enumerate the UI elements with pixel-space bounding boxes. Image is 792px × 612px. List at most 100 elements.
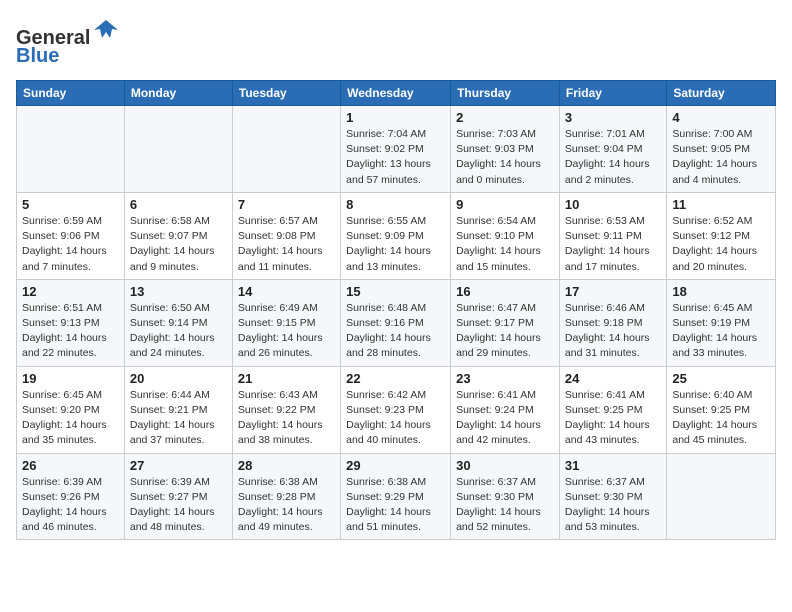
day-info: Sunrise: 6:39 AMSunset: 9:27 PMDaylight:…	[130, 475, 227, 536]
calendar-cell: 23 Sunrise: 6:41 AMSunset: 9:24 PMDayligh…	[451, 366, 560, 453]
calendar-cell: 16 Sunrise: 6:47 AMSunset: 9:17 PMDayligh…	[451, 279, 560, 366]
day-info: Sunrise: 6:52 AMSunset: 9:12 PMDaylight:…	[672, 214, 770, 275]
day-info: Sunrise: 6:55 AMSunset: 9:09 PMDaylight:…	[346, 214, 445, 275]
calendar-cell: 24 Sunrise: 6:41 AMSunset: 9:25 PMDayligh…	[559, 366, 666, 453]
day-number: 6	[130, 197, 227, 212]
calendar-cell: 26 Sunrise: 6:39 AMSunset: 9:26 PMDayligh…	[17, 453, 125, 540]
calendar-cell: 27 Sunrise: 6:39 AMSunset: 9:27 PMDayligh…	[124, 453, 232, 540]
calendar-week-4: 19Sunrise: 6:45 AMSunset: 9:20 PMDayligh…	[17, 366, 776, 453]
weekday-header-friday: Friday	[559, 81, 666, 106]
day-info: Sunrise: 6:41 AMSunset: 9:24 PMDaylight:…	[456, 388, 554, 449]
calendar-cell	[17, 106, 125, 193]
calendar-cell: 11 Sunrise: 6:52 AMSunset: 9:12 PMDayligh…	[667, 192, 776, 279]
weekday-header-tuesday: Tuesday	[232, 81, 340, 106]
calendar-cell: 9Sunrise: 6:54 AMSunset: 9:10 PMDaylight…	[451, 192, 560, 279]
calendar-week-3: 12Sunrise: 6:51 AMSunset: 9:13 PMDayligh…	[17, 279, 776, 366]
calendar-week-5: 26 Sunrise: 6:39 AMSunset: 9:26 PMDayligh…	[17, 453, 776, 540]
day-number: 20	[130, 371, 227, 386]
day-info: Sunrise: 7:00 AMSunset: 9:05 PMDaylight:…	[672, 127, 770, 188]
calendar-cell: 28 Sunrise: 6:38 AMSunset: 9:28 PMDayligh…	[232, 453, 340, 540]
calendar-cell: 18Sunrise: 6:45 AMSunset: 9:19 PMDayligh…	[667, 279, 776, 366]
calendar-cell: 21 Sunrise: 6:43 AMSunset: 9:22 PMDayligh…	[232, 366, 340, 453]
day-info: Sunrise: 6:39 AMSunset: 9:26 PMDaylight:…	[22, 475, 119, 536]
calendar-header: SundayMondayTuesdayWednesdayThursdayFrid…	[17, 81, 776, 106]
day-number: 15	[346, 284, 445, 299]
weekday-header-monday: Monday	[124, 81, 232, 106]
day-number: 3	[565, 110, 661, 125]
day-number: 27	[130, 458, 227, 473]
calendar-cell: 19Sunrise: 6:45 AMSunset: 9:20 PMDayligh…	[17, 366, 125, 453]
calendar-cell: 10 Sunrise: 6:53 AMSunset: 9:11 PMDayligh…	[559, 192, 666, 279]
calendar-cell: 29 Sunrise: 6:38 AMSunset: 9:29 PMDayligh…	[341, 453, 451, 540]
weekday-header-wednesday: Wednesday	[341, 81, 451, 106]
logo: General Blue	[16, 16, 120, 68]
day-number: 16	[456, 284, 554, 299]
day-number: 1	[346, 110, 445, 125]
header: General Blue	[16, 16, 776, 68]
day-info: Sunrise: 6:58 AMSunset: 9:07 PMDaylight:…	[130, 214, 227, 275]
day-info: Sunrise: 6:59 AMSunset: 9:06 PMDaylight:…	[22, 214, 119, 275]
day-number: 23	[456, 371, 554, 386]
day-info: Sunrise: 6:57 AMSunset: 9:08 PMDaylight:…	[238, 214, 335, 275]
day-number: 21	[238, 371, 335, 386]
day-info: Sunrise: 6:37 AMSunset: 9:30 PMDaylight:…	[456, 475, 554, 536]
day-number: 5	[22, 197, 119, 212]
day-info: Sunrise: 6:40 AMSunset: 9:25 PMDaylight:…	[672, 388, 770, 449]
calendar-cell	[124, 106, 232, 193]
logo-bird-icon	[92, 16, 120, 44]
day-number: 10	[565, 197, 661, 212]
day-number: 24	[565, 371, 661, 386]
day-number: 26	[22, 458, 119, 473]
calendar-cell: 20Sunrise: 6:44 AMSunset: 9:21 PMDayligh…	[124, 366, 232, 453]
day-number: 9	[456, 197, 554, 212]
day-info: Sunrise: 6:53 AMSunset: 9:11 PMDaylight:…	[565, 214, 661, 275]
weekday-header-saturday: Saturday	[667, 81, 776, 106]
day-number: 8	[346, 197, 445, 212]
day-info: Sunrise: 6:46 AMSunset: 9:18 PMDaylight:…	[565, 301, 661, 362]
calendar-cell: 22Sunrise: 6:42 AMSunset: 9:23 PMDayligh…	[341, 366, 451, 453]
day-number: 2	[456, 110, 554, 125]
calendar-cell: 14Sunrise: 6:49 AMSunset: 9:15 PMDayligh…	[232, 279, 340, 366]
calendar-cell	[232, 106, 340, 193]
weekday-header-sunday: Sunday	[17, 81, 125, 106]
calendar-cell: 3Sunrise: 7:01 AMSunset: 9:04 PMDaylight…	[559, 106, 666, 193]
day-info: Sunrise: 6:45 AMSunset: 9:20 PMDaylight:…	[22, 388, 119, 449]
calendar-cell: 4 Sunrise: 7:00 AMSunset: 9:05 PMDaylight…	[667, 106, 776, 193]
day-number: 29	[346, 458, 445, 473]
day-number: 31	[565, 458, 661, 473]
calendar-cell: 31 Sunrise: 6:37 AMSunset: 9:30 PMDayligh…	[559, 453, 666, 540]
day-info: Sunrise: 6:42 AMSunset: 9:23 PMDaylight:…	[346, 388, 445, 449]
day-info: Sunrise: 7:04 AMSunset: 9:02 PMDaylight:…	[346, 127, 445, 188]
day-info: Sunrise: 6:41 AMSunset: 9:25 PMDaylight:…	[565, 388, 661, 449]
calendar-cell: 2 Sunrise: 7:03 AMSunset: 9:03 PMDaylight…	[451, 106, 560, 193]
day-info: Sunrise: 6:38 AMSunset: 9:29 PMDaylight:…	[346, 475, 445, 536]
day-number: 14	[238, 284, 335, 299]
day-number: 28	[238, 458, 335, 473]
calendar-cell: 17Sunrise: 6:46 AMSunset: 9:18 PMDayligh…	[559, 279, 666, 366]
calendar-body: 1 Sunrise: 7:04 AMSunset: 9:02 PMDaylight…	[17, 106, 776, 540]
day-number: 25	[672, 371, 770, 386]
day-info: Sunrise: 6:38 AMSunset: 9:28 PMDaylight:…	[238, 475, 335, 536]
calendar-week-2: 5 Sunrise: 6:59 AMSunset: 9:06 PMDaylight…	[17, 192, 776, 279]
day-info: Sunrise: 6:45 AMSunset: 9:19 PMDaylight:…	[672, 301, 770, 362]
calendar-cell: 30Sunrise: 6:37 AMSunset: 9:30 PMDayligh…	[451, 453, 560, 540]
calendar-cell: 7 Sunrise: 6:57 AMSunset: 9:08 PMDaylight…	[232, 192, 340, 279]
day-info: Sunrise: 6:43 AMSunset: 9:22 PMDaylight:…	[238, 388, 335, 449]
calendar-cell: 1 Sunrise: 7:04 AMSunset: 9:02 PMDaylight…	[341, 106, 451, 193]
day-info: Sunrise: 6:47 AMSunset: 9:17 PMDaylight:…	[456, 301, 554, 362]
day-info: Sunrise: 6:51 AMSunset: 9:13 PMDaylight:…	[22, 301, 119, 362]
day-info: Sunrise: 6:37 AMSunset: 9:30 PMDaylight:…	[565, 475, 661, 536]
calendar-week-1: 1 Sunrise: 7:04 AMSunset: 9:02 PMDaylight…	[17, 106, 776, 193]
calendar-cell: 5 Sunrise: 6:59 AMSunset: 9:06 PMDaylight…	[17, 192, 125, 279]
day-info: Sunrise: 7:03 AMSunset: 9:03 PMDaylight:…	[456, 127, 554, 188]
page: General Blue SundayMondayTuesdayWednesda…	[0, 0, 792, 550]
day-number: 11	[672, 197, 770, 212]
calendar-cell: 13Sunrise: 6:50 AMSunset: 9:14 PMDayligh…	[124, 279, 232, 366]
calendar-cell: 25 Sunrise: 6:40 AMSunset: 9:25 PMDayligh…	[667, 366, 776, 453]
calendar-cell: 12Sunrise: 6:51 AMSunset: 9:13 PMDayligh…	[17, 279, 125, 366]
day-number: 7	[238, 197, 335, 212]
day-info: Sunrise: 6:50 AMSunset: 9:14 PMDaylight:…	[130, 301, 227, 362]
calendar-table: SundayMondayTuesdayWednesdayThursdayFrid…	[16, 80, 776, 540]
weekday-row: SundayMondayTuesdayWednesdayThursdayFrid…	[17, 81, 776, 106]
day-number: 4	[672, 110, 770, 125]
